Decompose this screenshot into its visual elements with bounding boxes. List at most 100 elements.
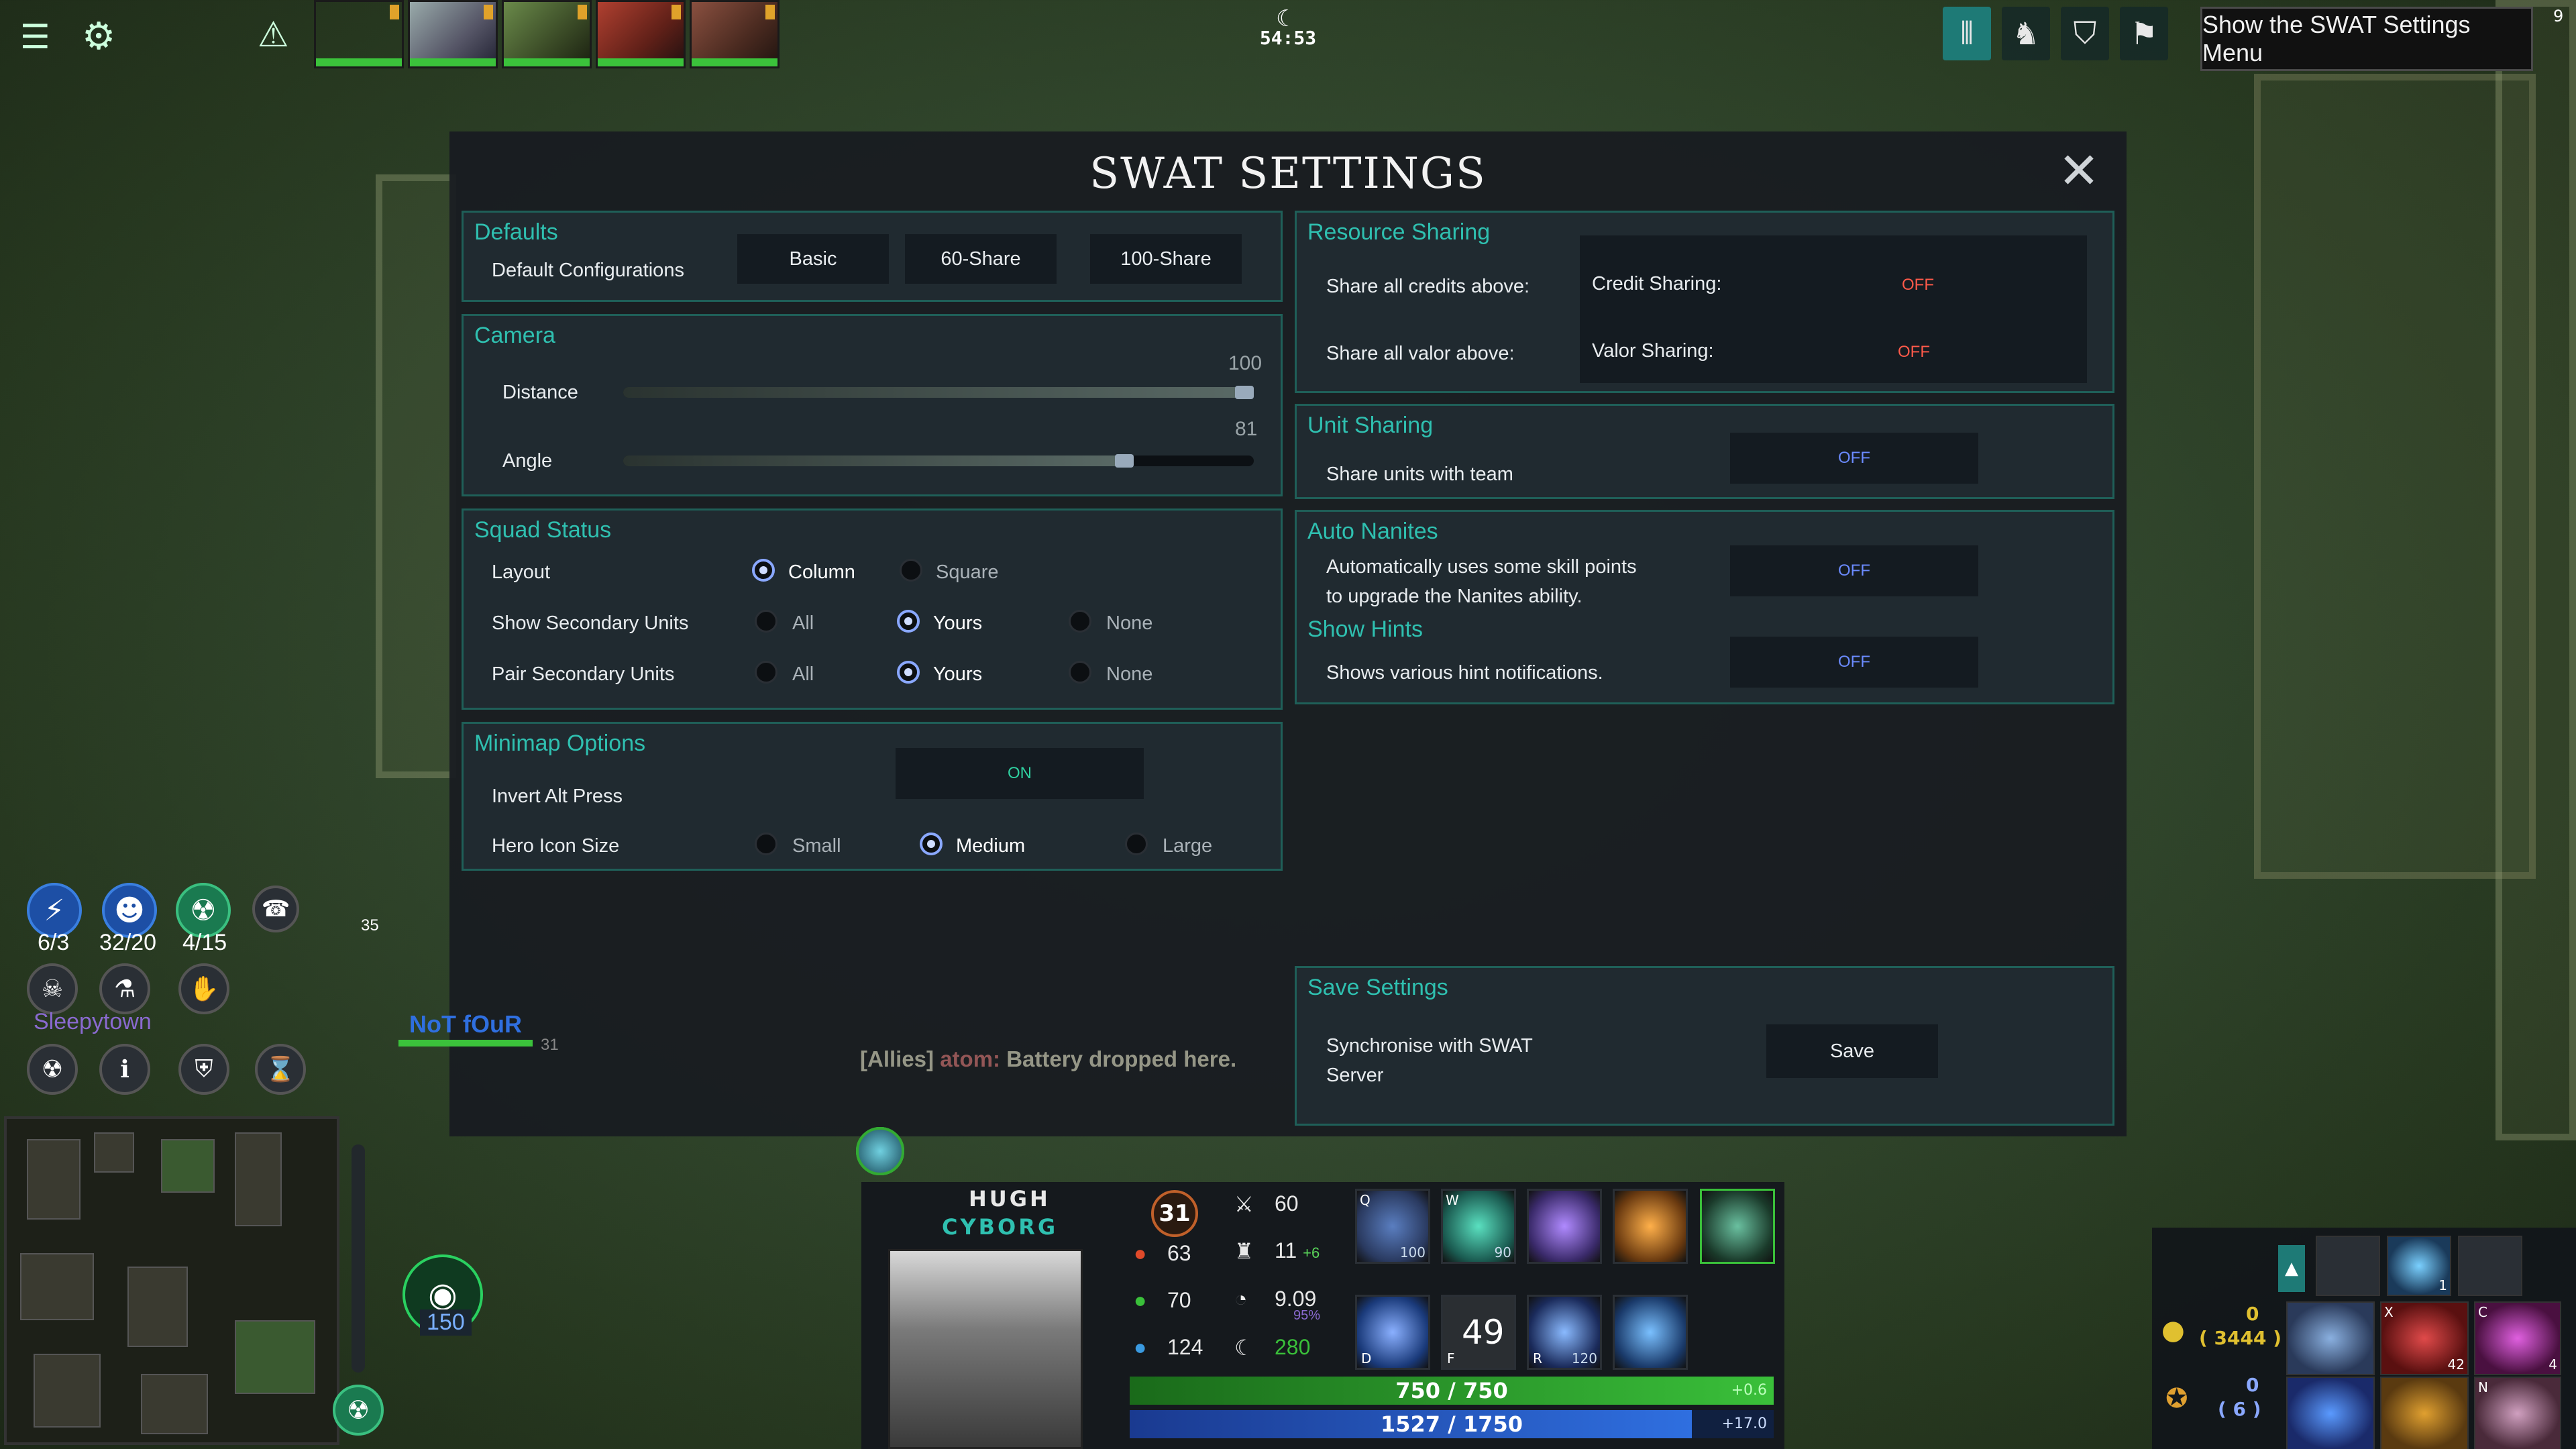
pair-secondary-label: Pair Secondary Units bbox=[492, 663, 675, 685]
60-share-button[interactable]: 60-Share bbox=[905, 234, 1057, 284]
basic-button[interactable]: Basic bbox=[737, 234, 889, 284]
100-share-button[interactable]: 100-Share bbox=[1090, 234, 1242, 284]
item-slot[interactable] bbox=[2286, 1301, 2375, 1375]
skill-r[interactable]: R 120 bbox=[1527, 1295, 1602, 1370]
slider-knob[interactable] bbox=[1115, 454, 1134, 468]
item-slot[interactable] bbox=[2286, 1377, 2375, 1449]
distance-slider[interactable] bbox=[623, 386, 1254, 399]
layout-square-radio[interactable] bbox=[900, 559, 922, 582]
top-left-menu[interactable]: ☰ ⚙ bbox=[20, 12, 127, 66]
skill-cooldown: 49 bbox=[1462, 1313, 1505, 1352]
flag-icon[interactable]: ⚑ bbox=[2120, 7, 2168, 60]
angle-slider[interactable] bbox=[623, 454, 1254, 468]
defaults-section: Defaults Default Configurations Basic 60… bbox=[462, 211, 1283, 302]
item-slot[interactable] bbox=[2380, 1377, 2469, 1449]
inventory-slot[interactable] bbox=[2316, 1236, 2380, 1296]
flask-icon[interactable]: ⚗ bbox=[99, 963, 150, 1014]
speed-pct: 95% bbox=[1293, 1308, 1321, 1323]
icon-large-radio[interactable] bbox=[1125, 833, 1148, 855]
inventory-slot[interactable]: 1 bbox=[2387, 1236, 2451, 1296]
hero-class: CYBORG bbox=[942, 1214, 1059, 1240]
radiation-button[interactable]: ☢ bbox=[333, 1385, 384, 1436]
armor-value: 60 bbox=[1275, 1191, 1299, 1216]
section-heading: Unit Sharing bbox=[1307, 413, 1434, 438]
item-slot-n[interactable]: N bbox=[2474, 1377, 2561, 1449]
save-button[interactable]: Save bbox=[1766, 1024, 1938, 1078]
skill-d[interactable]: D bbox=[1355, 1295, 1430, 1370]
hero-portrait[interactable] bbox=[690, 0, 780, 68]
menu-icon[interactable]: ☰ bbox=[20, 17, 50, 56]
pair-yours-radio[interactable] bbox=[897, 661, 920, 684]
skill-q[interactable]: Q 100 bbox=[1355, 1189, 1430, 1264]
close-icon[interactable]: ✕ bbox=[2058, 142, 2100, 200]
scoreboard-icon[interactable]: ⚠ bbox=[258, 15, 289, 55]
show-hints-toggle[interactable]: OFF bbox=[1730, 637, 1978, 688]
secondary-yours-label: Yours bbox=[933, 612, 983, 634]
layout-label: Layout bbox=[492, 561, 551, 583]
share-valor-label: Share all valor above: bbox=[1326, 343, 1515, 364]
slider-fill bbox=[623, 455, 1134, 466]
credit-sharing-toggle[interactable]: OFF bbox=[1902, 276, 1934, 294]
skill-w[interactable]: W 90 bbox=[1441, 1189, 1516, 1264]
icon-medium-radio[interactable] bbox=[920, 833, 943, 855]
hero-portrait[interactable] bbox=[314, 0, 404, 68]
secondary-all-label: All bbox=[792, 612, 814, 634]
invert-alt-toggle[interactable]: ON bbox=[896, 748, 1144, 799]
pair-none-radio[interactable] bbox=[1069, 661, 1091, 684]
hero-portrait-large[interactable] bbox=[888, 1249, 1083, 1449]
power-value: 6/3 bbox=[38, 930, 70, 955]
secondary-none-radio[interactable] bbox=[1069, 610, 1091, 633]
shield-icon[interactable]: ⛉ bbox=[2061, 7, 2109, 60]
default-config-label: Default Configurations bbox=[492, 260, 684, 281]
section-heading: Auto Nanites bbox=[1307, 519, 1438, 544]
inventory-slot[interactable] bbox=[2458, 1236, 2522, 1296]
minimap-block bbox=[235, 1132, 282, 1226]
info-icon[interactable]: ℹ bbox=[99, 1044, 150, 1095]
pair-all-radio[interactable] bbox=[755, 661, 777, 684]
attack-icon: ♜ bbox=[1234, 1239, 1254, 1263]
skill-slot[interactable] bbox=[1613, 1295, 1688, 1370]
hero-portrait[interactable] bbox=[502, 0, 592, 68]
hero-portraits bbox=[314, 0, 780, 68]
skill-f[interactable]: 49 F bbox=[1441, 1295, 1516, 1370]
slider-knob[interactable] bbox=[1235, 386, 1254, 399]
hero-portrait[interactable] bbox=[408, 0, 498, 68]
show-secondary-label: Show Secondary Units bbox=[492, 612, 689, 634]
shield-small-icon[interactable]: ⛨ bbox=[178, 1044, 229, 1095]
ribbon-icon[interactable]: ♞ bbox=[2002, 7, 2050, 60]
icon-small-radio[interactable] bbox=[755, 833, 777, 855]
layout-column-radio[interactable] bbox=[752, 559, 775, 582]
valor-value: 0 bbox=[2246, 1374, 2259, 1396]
auto-nanites-toggle[interactable]: OFF bbox=[1730, 545, 1978, 596]
unit-sharing-toggle[interactable]: OFF bbox=[1730, 433, 1978, 484]
item-slot-x[interactable]: X 42 bbox=[2380, 1301, 2469, 1375]
nuke-icon[interactable]: ☢ bbox=[27, 1044, 78, 1095]
phone-icon[interactable]: ☎ bbox=[252, 885, 299, 932]
skill-slot[interactable] bbox=[1700, 1189, 1775, 1264]
valor-sharing-toggle[interactable]: OFF bbox=[1898, 343, 1930, 362]
layout-square-label: Square bbox=[936, 561, 999, 583]
up-arrow-icon[interactable]: ▲ bbox=[2278, 1245, 2305, 1292]
secondary-yours-radio[interactable] bbox=[897, 610, 920, 633]
bag-icon[interactable]: ✋ bbox=[178, 963, 229, 1014]
hero-portrait[interactable] bbox=[596, 0, 686, 68]
icon-small-label: Small bbox=[792, 835, 841, 857]
skull-icon[interactable]: ☠ bbox=[27, 963, 78, 1014]
item-slot-c[interactable]: C4 bbox=[2474, 1301, 2561, 1375]
gear-icon[interactable]: ⚙ bbox=[82, 15, 115, 58]
skill-slot[interactable] bbox=[1613, 1189, 1688, 1264]
skill-slot[interactable] bbox=[1527, 1189, 1602, 1264]
secondary-all-radio[interactable] bbox=[755, 610, 777, 633]
int-icon: ● bbox=[1134, 1335, 1147, 1359]
attack-bonus: +6 bbox=[1303, 1244, 1320, 1261]
chat-sender: atom: bbox=[940, 1046, 1001, 1071]
minimap-zoom-bar[interactable] bbox=[352, 1144, 365, 1373]
minimap[interactable] bbox=[4, 1116, 339, 1445]
slider-fill bbox=[623, 387, 1254, 398]
settings-sliders-icon[interactable]: ⫴ bbox=[1943, 7, 1991, 60]
hourglass-icon[interactable]: ⌛ bbox=[255, 1044, 306, 1095]
minimap-options-section: Minimap Options Invert Alt Press ON Hero… bbox=[462, 722, 1283, 871]
section-heading: Show Hints bbox=[1307, 616, 1423, 642]
credit-sharing-label: Credit Sharing: bbox=[1592, 273, 1722, 294]
terrain-wall bbox=[376, 174, 456, 778]
